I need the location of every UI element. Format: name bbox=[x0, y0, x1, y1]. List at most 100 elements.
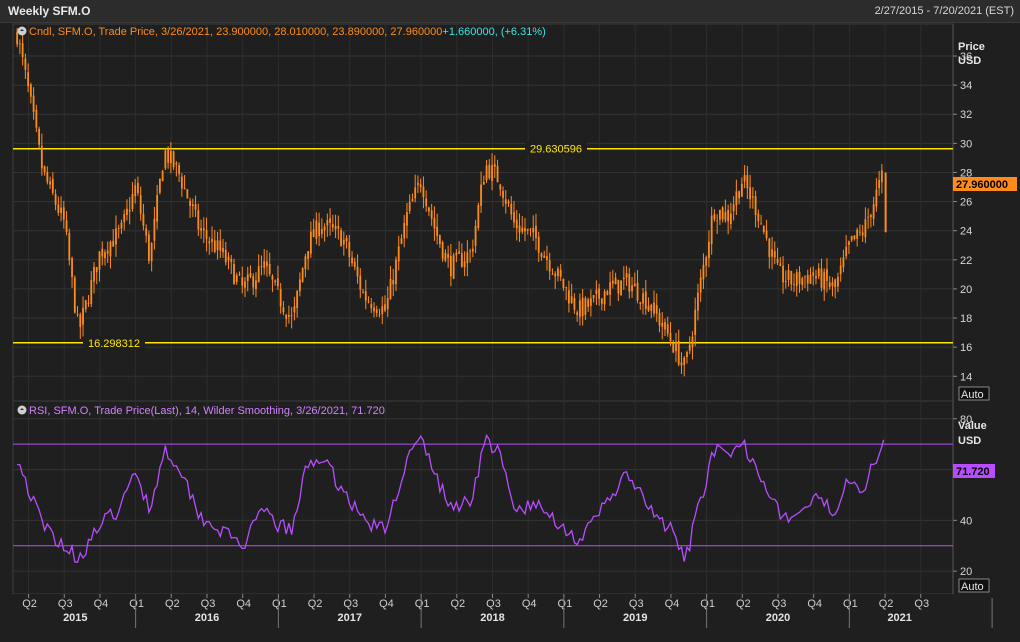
candle-body bbox=[724, 211, 727, 221]
candle-body bbox=[211, 238, 213, 242]
chart-canvas[interactable]: 29.630596 16.298312 Cndl, SFM.O, Trade Pr… bbox=[0, 0, 1020, 642]
year-label: 2019 bbox=[623, 612, 647, 624]
candle-body bbox=[826, 269, 828, 282]
quarter-label: Q1 bbox=[272, 598, 287, 610]
candle-body bbox=[422, 186, 425, 198]
candle-body bbox=[79, 314, 82, 327]
rsi-axis[interactable]: Value USD 20406080 bbox=[953, 414, 987, 578]
quarter-label: Q2 bbox=[593, 598, 608, 610]
candle-body bbox=[318, 222, 321, 237]
candle-body bbox=[762, 225, 765, 232]
candle-body bbox=[820, 268, 823, 288]
candle-body bbox=[249, 273, 252, 277]
candle-body bbox=[458, 251, 461, 254]
rsi-series-line[interactable] bbox=[17, 433, 885, 564]
candle-body bbox=[29, 84, 32, 97]
candle-body bbox=[46, 171, 49, 182]
candle-body bbox=[353, 261, 356, 267]
candle-body bbox=[864, 219, 867, 238]
candle-body bbox=[301, 268, 304, 282]
candle-body bbox=[729, 213, 732, 225]
candle-body bbox=[460, 253, 463, 267]
candle-body bbox=[581, 297, 584, 317]
candle-body bbox=[238, 273, 241, 275]
price-axis[interactable]: Price USD 141618202224262830323436 bbox=[953, 41, 985, 383]
candle-body bbox=[746, 174, 749, 189]
candle-body bbox=[776, 258, 779, 264]
candle-body bbox=[340, 230, 342, 247]
candle-body bbox=[513, 212, 515, 223]
price-tick-label: 18 bbox=[960, 313, 972, 325]
candle-body bbox=[131, 194, 134, 210]
candle-body bbox=[430, 210, 433, 219]
candle-body bbox=[658, 313, 661, 326]
candle-body bbox=[342, 239, 345, 245]
rsi-tick-label: 40 bbox=[960, 515, 972, 527]
candle-body bbox=[735, 191, 738, 206]
candle-body bbox=[101, 248, 104, 257]
candle-body bbox=[653, 302, 655, 314]
candle-body bbox=[578, 300, 581, 318]
rsi-tick-label: 20 bbox=[960, 566, 972, 578]
year-label: 2020 bbox=[766, 612, 790, 624]
quarter-label: Q2 bbox=[879, 598, 894, 610]
candle-body bbox=[189, 200, 191, 206]
candle-body bbox=[633, 283, 636, 287]
candle-body bbox=[787, 270, 790, 280]
candle-body bbox=[178, 165, 181, 175]
candle-body bbox=[669, 333, 672, 342]
price-tick-label: 24 bbox=[960, 226, 972, 238]
price-auto-button[interactable]: Auto bbox=[958, 386, 990, 401]
candle-body bbox=[246, 274, 249, 282]
candle-body bbox=[381, 306, 384, 314]
quarter-label: Q2 bbox=[165, 598, 180, 610]
candle-body bbox=[496, 165, 499, 183]
candle-body bbox=[205, 230, 208, 239]
candle-body bbox=[551, 273, 554, 275]
candle-body bbox=[694, 309, 697, 335]
candle-body bbox=[397, 246, 400, 262]
candle-body bbox=[403, 222, 406, 239]
candle-body bbox=[691, 336, 694, 348]
candle-body bbox=[134, 185, 137, 197]
quarter-label: Q2 bbox=[450, 598, 465, 610]
candle-body bbox=[389, 278, 392, 300]
candle-body bbox=[548, 260, 551, 272]
candle-body bbox=[419, 184, 422, 188]
rsi-legend[interactable]: RSI, SFM.O, Trade Price(Last), 14, Wilde… bbox=[17, 405, 385, 417]
candle-body bbox=[150, 243, 153, 262]
candle-body bbox=[76, 314, 79, 316]
candle-body bbox=[683, 357, 686, 366]
candle-body bbox=[751, 196, 754, 198]
candle-body bbox=[727, 209, 730, 222]
rsi-auto-button[interactable]: Auto bbox=[958, 578, 990, 593]
candle-body bbox=[631, 285, 633, 292]
chart-window: Weekly SFM.O 2/27/2015 - 7/20/2021 (EST)… bbox=[0, 0, 1020, 642]
candle-body bbox=[304, 256, 307, 269]
candle-body bbox=[554, 273, 557, 277]
candlestick-series[interactable] bbox=[16, 27, 887, 377]
candle-body bbox=[331, 224, 334, 228]
candle-body bbox=[175, 163, 178, 165]
candle-body bbox=[773, 251, 776, 258]
candle-body bbox=[447, 253, 450, 258]
year-label: 2015 bbox=[63, 612, 87, 624]
candle-body bbox=[466, 252, 469, 264]
candle-body bbox=[559, 269, 562, 277]
candle-body bbox=[606, 291, 609, 296]
candle-body bbox=[142, 213, 145, 226]
candle-body bbox=[455, 252, 458, 256]
level-label: 16.298312 bbox=[88, 338, 140, 350]
candle-body bbox=[219, 240, 222, 251]
candle-body bbox=[277, 278, 279, 287]
candle-body bbox=[263, 261, 266, 269]
candle-body bbox=[268, 263, 271, 274]
candle-body bbox=[738, 191, 741, 199]
candle-body bbox=[139, 195, 142, 214]
candle-body bbox=[98, 251, 101, 270]
quarter-label: Q3 bbox=[772, 598, 787, 610]
candle-body bbox=[603, 291, 606, 305]
candle-body bbox=[293, 306, 296, 313]
candle-body bbox=[817, 268, 820, 277]
price-legend[interactable]: Cndl, SFM.O, Trade Price, 3/26/2021, 23.… bbox=[17, 26, 546, 38]
